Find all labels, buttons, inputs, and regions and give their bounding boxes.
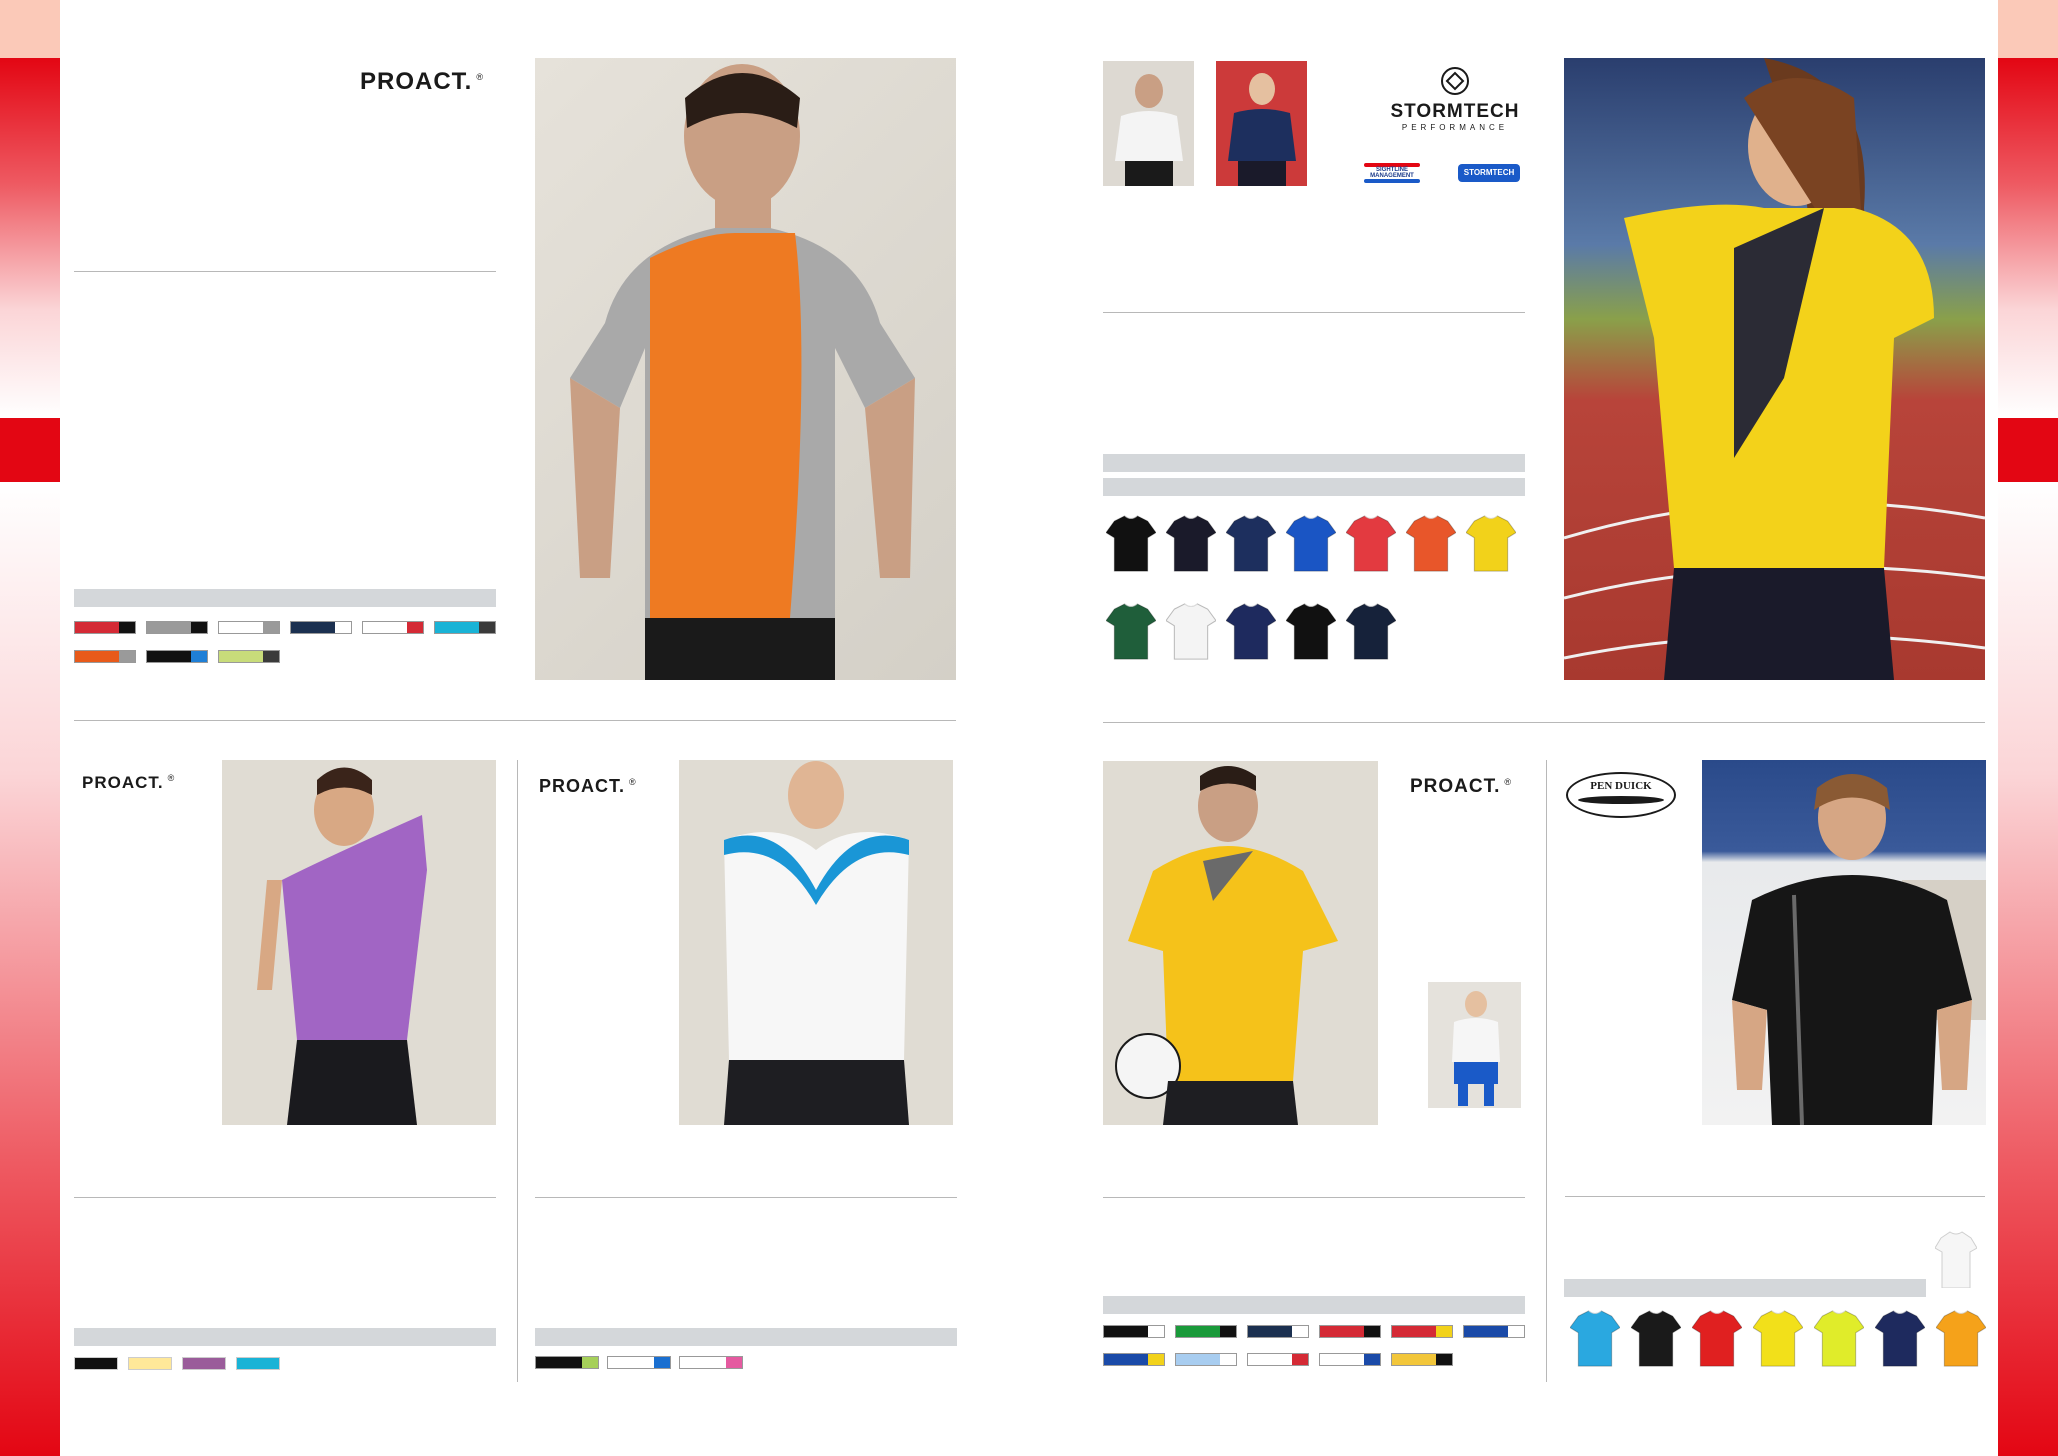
colour-swatch <box>146 650 208 663</box>
colour-swatch <box>74 621 136 634</box>
penduick-logo: PEN DUICK <box>1566 772 1676 818</box>
shirt-colour-icon <box>1345 602 1397 660</box>
product-4-photo <box>679 760 953 1125</box>
shirt-colour-icon <box>1752 1308 1804 1368</box>
shirt-colour-icon <box>1569 1308 1621 1368</box>
shirt-colour-icon <box>1105 514 1157 572</box>
colour-swatch <box>290 621 352 634</box>
colour-swatch <box>236 1357 280 1370</box>
divider <box>1103 1197 1525 1198</box>
proact-logo: PROACT. ® <box>82 773 176 792</box>
column-divider <box>517 760 518 1382</box>
product-2-photo <box>1564 58 1985 680</box>
color-label-bar <box>74 1328 496 1346</box>
product-6-white-shirt <box>1934 1230 1978 1289</box>
colour-swatch <box>1319 1353 1381 1366</box>
colour-swatch <box>362 621 424 634</box>
left-edge-tab <box>0 0 60 58</box>
right-edge-strip-bottom <box>1998 482 2058 1456</box>
divider <box>74 1197 496 1198</box>
proact-logo: PROACT. ® <box>1410 776 1513 797</box>
section-divider <box>1103 722 1985 723</box>
label-bar <box>1564 1279 1926 1297</box>
proact-logo: PROACT. ® <box>360 68 484 95</box>
colour-swatch <box>1103 1325 1165 1338</box>
divider <box>535 1197 957 1198</box>
shirt-colour-icon <box>1105 602 1157 660</box>
product-2-thumb-boy <box>1216 61 1307 186</box>
product-1-photo <box>535 58 956 680</box>
shirt-colour-icon <box>1225 602 1277 660</box>
divider <box>1103 312 1525 313</box>
divider <box>1565 1196 1985 1197</box>
label-bar <box>1103 454 1525 472</box>
proact-logo: PROACT. ® <box>539 776 637 796</box>
product-2-thumb-man <box>1103 61 1194 186</box>
colour-swatch <box>128 1357 172 1370</box>
shirt-colour-icon <box>1165 514 1217 572</box>
product-5-thumb-boy <box>1428 982 1521 1108</box>
color-label-bar <box>74 589 496 607</box>
colour-swatch <box>1175 1325 1237 1338</box>
shirt-colour-icon <box>1165 602 1217 660</box>
shirt-colour-icon <box>1405 514 1457 572</box>
shirt-colour-icon <box>1225 514 1277 572</box>
colour-swatch <box>679 1356 743 1369</box>
colour-swatch <box>1391 1325 1453 1338</box>
left-edge-strip-bottom <box>0 482 60 1456</box>
right-edge-marker <box>1998 418 2058 482</box>
left-edge-marker <box>0 418 60 482</box>
column-divider <box>1546 760 1547 1382</box>
colour-swatch <box>1175 1353 1237 1366</box>
colour-swatch <box>434 621 496 634</box>
colour-swatch <box>535 1356 599 1369</box>
left-edge-strip-top <box>0 58 60 418</box>
color-label-bar <box>1103 1296 1525 1314</box>
colour-swatch <box>146 621 208 634</box>
stormtech-logo: STORMTECH PERFORMANCE <box>1385 66 1525 132</box>
colour-swatch <box>1391 1353 1453 1366</box>
right-edge-strip-top <box>1998 58 2058 418</box>
shirt-colour-icon <box>1935 1308 1987 1368</box>
colour-swatch <box>1247 1325 1309 1338</box>
shirt-colour-icon <box>1285 602 1337 660</box>
shirt-colour-icon <box>1630 1308 1682 1368</box>
shirt-colour-icon <box>1813 1308 1865 1368</box>
shirt-colour-icon <box>1874 1308 1926 1368</box>
product-6-photo <box>1702 760 1986 1125</box>
shirt-colour-icon <box>1285 514 1337 572</box>
colour-swatch <box>1103 1353 1165 1366</box>
product-3-photo <box>222 760 496 1125</box>
colour-swatch <box>607 1356 671 1369</box>
colour-swatch <box>1463 1325 1525 1338</box>
section-divider <box>74 720 956 721</box>
colour-swatch <box>182 1357 226 1370</box>
stormtech-badge: STORMTECH <box>1458 164 1520 182</box>
product-5-photo <box>1103 761 1378 1125</box>
sightline-badge: SIGHTLINE MANAGEMENT <box>1364 163 1420 183</box>
color-label-bar <box>535 1328 957 1346</box>
divider <box>74 271 496 272</box>
colour-swatch <box>1247 1353 1309 1366</box>
right-edge-tab <box>1998 0 2058 58</box>
colour-swatch <box>74 1357 118 1370</box>
label-bar <box>1103 478 1525 496</box>
colour-swatch <box>218 650 280 663</box>
colour-swatch <box>74 650 136 663</box>
shirt-colour-icon <box>1345 514 1397 572</box>
colour-swatch <box>218 621 280 634</box>
shirt-colour-icon <box>1691 1308 1743 1368</box>
colour-swatch <box>1319 1325 1381 1338</box>
shirt-colour-icon <box>1465 514 1517 572</box>
